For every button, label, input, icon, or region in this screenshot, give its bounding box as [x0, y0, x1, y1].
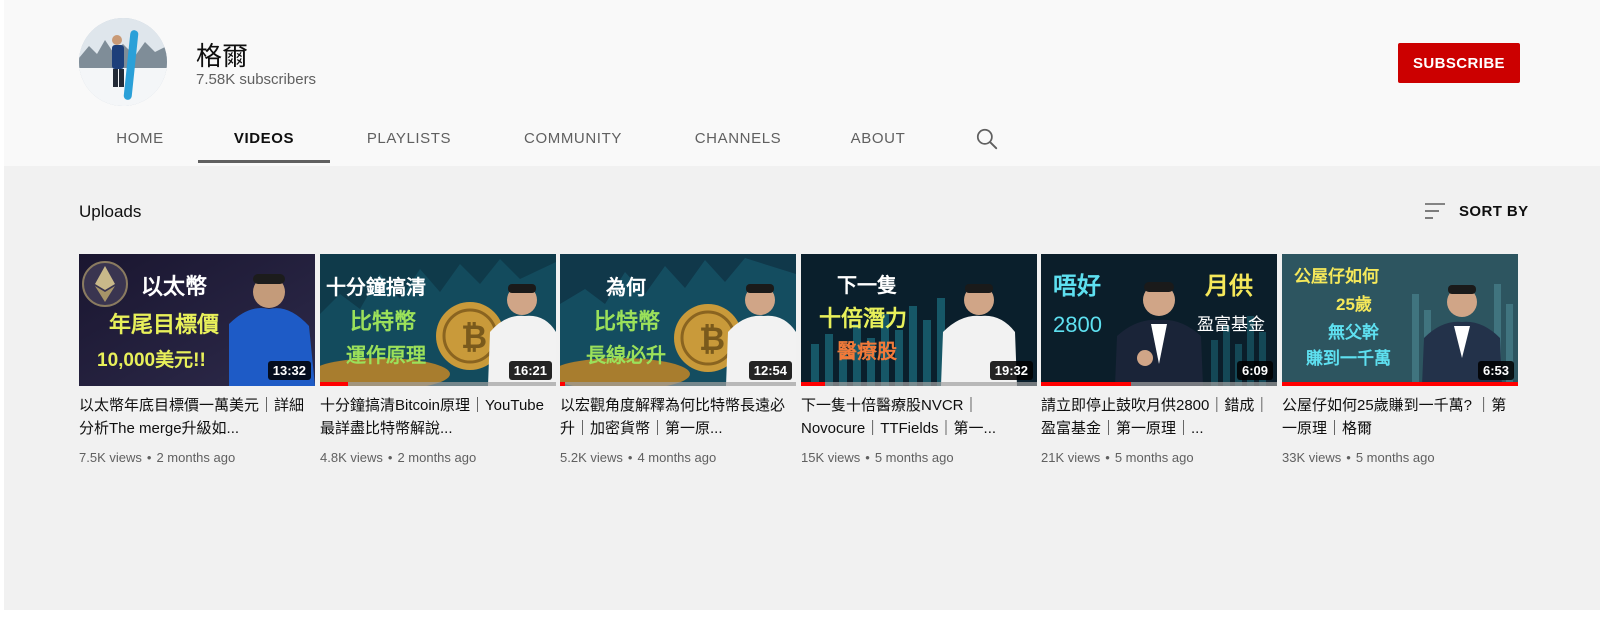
video-meta: 21K views • 5 months ago — [1041, 450, 1194, 465]
channel-header: 格爾 7.58K subscribers SUBSCRIBE HOME VIDE… — [4, 0, 1600, 166]
view-count: 33K views — [1282, 450, 1342, 465]
upload-age: 5 months ago — [874, 450, 954, 465]
video-title[interactable]: 以宏觀角度解釋為何比特幣長遠必升｜加密貨幣｜第一原... — [560, 394, 792, 442]
tab-community[interactable]: COMMUNITY — [504, 112, 642, 166]
video-duration: 6:53 — [1477, 361, 1514, 380]
view-count: 21K views — [1041, 450, 1101, 465]
upload-age: 4 months ago — [637, 450, 717, 465]
thumbnail-caption: 10,000美元!! — [97, 348, 206, 371]
thumbnail-caption: 月供 — [1204, 273, 1253, 300]
sort-by-button[interactable]: SORT BY — [1424, 199, 1528, 223]
watch-progress-track — [560, 382, 796, 386]
video-title[interactable]: 十分鐘搞清Bitcoin原理｜YouTube最詳盡比特幣解說... — [320, 394, 552, 442]
video-title[interactable]: 公屋仔如何25歲賺到一千萬? ｜第一原理｜格爾 — [1282, 394, 1514, 442]
thumbnail-caption: 盈富基金 — [1197, 315, 1265, 334]
watch-progress — [1041, 382, 1131, 386]
video-title[interactable]: 請立即停止鼓吹月供2800｜錯成｜盈富基金｜第一原理｜... — [1041, 394, 1273, 442]
video-meta: 4.8K views • 2 months ago — [320, 450, 477, 465]
watch-progress-track — [320, 382, 556, 386]
thumbnail-caption: 以太幣 — [141, 274, 207, 299]
thumbnail-caption: 賺到一千萬 — [1306, 348, 1391, 368]
section-title: Uploads — [79, 202, 142, 221]
video-duration: 16:21 — [508, 361, 552, 380]
video-thumbnail[interactable]: ₿ 十分鐘搞清 比特幣 運作原理 16:21 — [320, 254, 556, 386]
active-tab-indicator — [198, 160, 330, 163]
video-thumbnail[interactable]: ₿ 為何 比特幣 長線必升 12:54 — [560, 254, 796, 386]
subscriber-count: 7.58K subscribers — [196, 71, 317, 88]
channel-avatar[interactable] — [79, 18, 167, 106]
video-thumbnail[interactable]: 唔好 月供 2800 盈富基金 6:09 — [1041, 254, 1277, 386]
view-count: 15K views — [801, 450, 861, 465]
watch-progress-track — [801, 382, 1037, 386]
sort-lines-icon — [1425, 203, 1445, 219]
uploads-grid: 以太幣 年尾目標價 10,000美元!! 13:32 以太幣年底目標價一萬美元｜… — [79, 254, 1521, 474]
video-meta: 15K views • 5 months ago — [801, 450, 954, 465]
svg-text:₿: ₿ — [699, 320, 725, 358]
thumbnail-caption: 唔好 — [1053, 273, 1101, 300]
video-duration: 13:32 — [267, 361, 311, 380]
thumbnail-caption: 下一隻 — [837, 273, 897, 297]
tab-home[interactable]: HOME — [100, 112, 180, 166]
sort-by-label: SORT BY — [1459, 202, 1529, 220]
watch-progress — [801, 382, 825, 386]
thumbnail-caption: 2800 — [1053, 312, 1102, 337]
watch-progress — [560, 382, 565, 386]
video-duration: 6:09 — [1236, 361, 1273, 380]
tab-about[interactable]: ABOUT — [838, 112, 918, 166]
thumbnail-caption: 十倍潛力 — [819, 306, 907, 331]
thumbnail-caption: 比特幣 — [350, 309, 416, 334]
video-card[interactable]: 以太幣 年尾目標價 10,000美元!! 13:32 以太幣年底目標價一萬美元｜… — [79, 254, 315, 474]
thumbnail-caption: 為何 — [606, 275, 646, 299]
view-count: 7.5K views — [79, 450, 142, 465]
subscribe-button[interactable]: SUBSCRIBE — [1398, 43, 1520, 83]
youtube-channel-page: 格爾 7.58K subscribers SUBSCRIBE HOME VIDE… — [4, 0, 1600, 610]
video-meta: 33K views • 5 months ago — [1282, 450, 1435, 465]
thumbnail-caption: 十分鐘搞清 — [326, 275, 426, 299]
channel-name: 格爾 — [196, 41, 249, 71]
video-meta: 7.5K views • 2 months ago — [79, 450, 236, 465]
thumbnail-caption: 醫療股 — [837, 339, 897, 363]
window-bottom-edge — [0, 610, 1600, 617]
video-card[interactable]: ₿ 十分鐘搞清 比特幣 運作原理 16:21 十分鐘搞清Bitcoin原理｜Yo… — [320, 254, 556, 474]
thumbnail-caption: 長線必升 — [586, 343, 666, 367]
upload-age: 2 months ago — [156, 450, 236, 465]
video-title[interactable]: 下一隻十倍醫療股NVCR｜Novocure｜TTFields｜第一... — [801, 394, 1033, 442]
watch-progress — [320, 382, 349, 386]
video-duration: 12:54 — [748, 361, 792, 380]
video-thumbnail[interactable]: 以太幣 年尾目標價 10,000美元!! 13:32 — [79, 254, 315, 386]
svg-text:₿: ₿ — [461, 318, 487, 356]
upload-age: 5 months ago — [1114, 450, 1194, 465]
thumbnail-caption: 無父幹 — [1328, 322, 1380, 342]
video-thumbnail[interactable]: 公屋仔如何 25歲 無父幹 賺到一千萬 6:53 — [1282, 254, 1518, 386]
video-card[interactable]: 下一隻 十倍潛力 醫療股 19:32 下一隻十倍醫療股NVCR｜Novocure… — [801, 254, 1037, 474]
thumbnail-caption: 公屋仔如何 — [1294, 266, 1379, 286]
thumbnail-caption: 運作原理 — [346, 343, 426, 367]
thumbnail-caption: 25歲 — [1336, 294, 1372, 314]
video-meta: 5.2K views • 4 months ago — [560, 450, 717, 465]
thumbnail-caption: 年尾目標價 — [109, 312, 220, 337]
tab-channels[interactable]: CHANNELS — [684, 112, 792, 166]
search-icon — [976, 128, 998, 150]
upload-age: 2 months ago — [397, 450, 477, 465]
channel-tabs: HOME VIDEOS PLAYLISTS COMMUNITY CHANNELS… — [4, 112, 1600, 166]
thumbnail-caption: 比特幣 — [594, 309, 660, 334]
view-count: 5.2K views — [560, 450, 623, 465]
video-title[interactable]: 以太幣年底目標價一萬美元｜詳細分析The merge升級如... — [79, 394, 311, 442]
avatar-snowboarder-image — [79, 18, 167, 106]
view-count: 4.8K views — [320, 450, 383, 465]
watch-progress — [1282, 382, 1518, 386]
tab-videos[interactable]: VIDEOS — [198, 112, 330, 166]
video-card[interactable]: 唔好 月供 2800 盈富基金 6:09 請立即停止鼓吹月供2800｜錯成｜盈富… — [1041, 254, 1277, 474]
video-card[interactable]: 公屋仔如何 25歲 無父幹 賺到一千萬 6:53 公屋仔如何25歲賺到一千萬? … — [1282, 254, 1518, 474]
channel-search-button[interactable] — [974, 126, 1000, 152]
video-duration: 19:32 — [989, 361, 1033, 380]
upload-age: 5 months ago — [1355, 450, 1435, 465]
video-thumbnail[interactable]: 下一隻 十倍潛力 醫療股 19:32 — [801, 254, 1037, 386]
video-card[interactable]: ₿ 為何 比特幣 長線必升 12:54 以宏觀角度解釋為何比特幣長遠必升｜加密貨… — [560, 254, 796, 474]
tab-playlists[interactable]: PLAYLISTS — [354, 112, 464, 166]
